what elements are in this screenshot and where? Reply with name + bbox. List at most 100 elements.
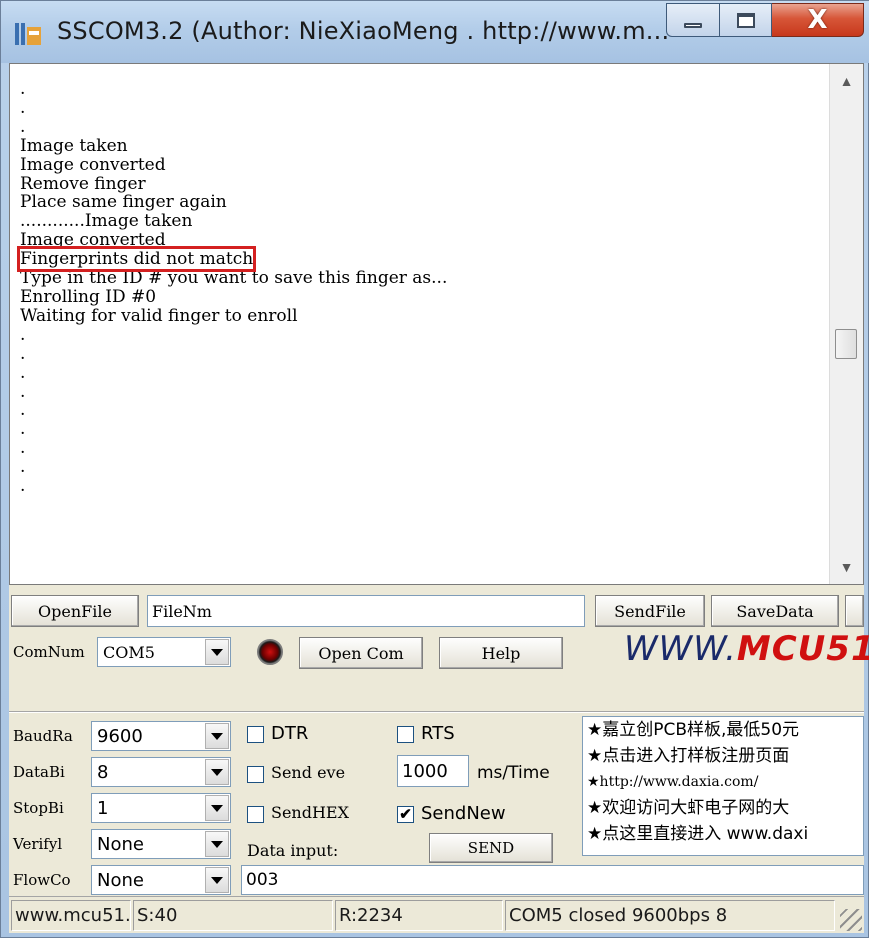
receive-textarea[interactable]: ... Image taken Image converted Remove fing… [9,63,864,585]
send-button[interactable]: SEND [429,833,553,863]
port-status-led-icon [257,639,283,665]
status-bar: www.mcu51.com S:40 R:2234 COM5 closed 96… [9,896,864,933]
status-port-state: COM5 closed 9600bps 8 [505,900,835,931]
receive-line: Waiting for valid finger to enroll [20,305,298,326]
status-sent-count: S:40 [133,900,333,931]
databits-value: 8 [97,762,109,783]
chevron-down-icon[interactable] [205,867,229,893]
send-file-button[interactable]: SendFile [595,595,705,627]
send-hex-label: SendHEX [271,803,349,822]
scroll-thumb[interactable] [835,329,857,359]
send-new-checkbox[interactable]: ✔ [397,806,414,823]
resize-grip-icon[interactable] [840,909,862,931]
send-every-label: Send eve [271,763,346,782]
receive-line: Image converted [20,230,166,251]
com-port-select[interactable]: COM5 [97,637,231,667]
vertical-scrollbar[interactable]: ▲ ▼ [829,64,863,584]
chevron-down-icon[interactable] [205,759,229,785]
file-name-field[interactable]: FileNm [147,595,585,627]
save-data-button[interactable]: SaveData [711,595,839,627]
ad-link[interactable]: ★欢迎访问大虾电子网的大 [583,795,863,821]
receive-line: . [20,438,26,459]
app-icon [15,23,41,45]
receive-line: ............Image taken [20,211,193,232]
flow-label: FlowCo [13,871,71,889]
open-com-button[interactable]: Open Com [299,637,423,669]
verify-label: Verifyl [13,835,63,853]
chevron-down-icon[interactable] [205,723,229,749]
rts-checkbox[interactable] [397,726,414,743]
ad-panel: ★嘉立创PCB样板,最低50元 ★点击进入打样板注册页面 ★http://www… [582,716,864,856]
checkmark-icon: ✔ [399,806,412,823]
open-file-button[interactable]: OpenFile [11,595,139,627]
baud-label: BaudRa [13,727,73,745]
receive-line: Remove finger [20,173,146,194]
minimize-icon [684,22,702,28]
brand-name: MCU51 [736,629,869,669]
receive-line: . [20,97,26,118]
dtr-checkbox[interactable] [247,726,264,743]
receive-line: . [20,79,26,99]
data-input-label: Data input: [247,841,339,860]
flow-value: None [97,870,144,891]
status-received-count: R:2234 [335,900,503,931]
close-icon: X [807,5,828,35]
receive-line: Type in the ID # you want to save this f… [20,268,448,289]
scroll-down-icon[interactable]: ▼ [830,550,863,584]
data-input-field[interactable]: 003 [241,865,864,895]
receive-line: Image taken [20,135,128,156]
baud-value: 9600 [97,726,143,747]
window-title: SSCOM3.2 (Author: NieXiaoMeng . http://w… [57,17,670,45]
brand-logo[interactable]: WWW.MCU51. [624,629,869,669]
close-button[interactable]: X [772,3,864,37]
receive-line: . [20,362,26,383]
send-new-label: SendNew [421,803,506,824]
com-port-value: COM5 [103,643,155,662]
send-every-checkbox[interactable] [247,766,264,783]
receive-line: . [20,457,26,478]
highlighted-line: Fingerprints did not match [16,246,257,273]
receive-line: Fingerprints did not match [16,246,820,273]
chevron-down-icon[interactable] [205,639,229,665]
maximize-icon [736,12,755,28]
title-bar[interactable]: SSCOM3.2 (Author: NieXiaoMeng . http://w… [1,1,869,63]
receive-line: Image converted [20,154,166,175]
databits-select[interactable]: 8 [91,757,231,787]
stopbits-label: StopBi [13,799,64,817]
dtr-label: DTR [271,723,309,744]
ad-link[interactable]: ★点击进入打样板注册页面 [583,743,863,769]
receive-line: . [20,324,26,345]
client-area: ... Image taken Image converted Remove fing… [9,63,869,933]
send-hex-checkbox[interactable] [247,806,264,823]
receive-line: Enrolling ID #0 [20,286,157,307]
chevron-down-icon[interactable] [205,795,229,821]
receive-text: ... Image taken Image converted Remove fing… [16,79,820,496]
flow-select[interactable]: None [91,865,231,895]
receive-line: . [20,116,26,137]
verify-value: None [97,834,144,855]
verify-select[interactable]: None [91,829,231,859]
help-button[interactable]: Help [439,637,563,669]
chevron-down-icon[interactable] [205,831,229,857]
rts-label: RTS [421,723,455,744]
ad-link[interactable]: ★http://www.daxia.com/ [583,769,863,795]
minimize-button[interactable] [666,3,720,37]
scroll-up-icon[interactable]: ▲ [830,64,863,98]
databits-label: DataBi [13,763,65,781]
receive-line: . [20,343,26,364]
ad-link[interactable]: ★嘉立创PCB样板,最低50元 [583,717,863,743]
maximize-button[interactable] [720,3,772,37]
app-window: SSCOM3.2 (Author: NieXiaoMeng . http://w… [0,0,869,938]
receive-line: . [20,381,26,402]
interval-unit-label: ms/Time [477,763,550,783]
extra-button[interactable] [845,595,864,627]
ad-link[interactable]: ★点这里直接进入 www.daxi [583,821,863,847]
receive-line: Place same finger again [20,192,227,213]
status-site[interactable]: www.mcu51.com [11,900,131,931]
brand-prefix: WWW. [624,629,737,669]
window-controls: X [666,3,864,37]
stopbits-select[interactable]: 1 [91,793,231,823]
stopbits-value: 1 [97,798,109,819]
interval-input[interactable]: 1000 [397,755,469,787]
baud-select[interactable]: 9600 [91,721,231,751]
